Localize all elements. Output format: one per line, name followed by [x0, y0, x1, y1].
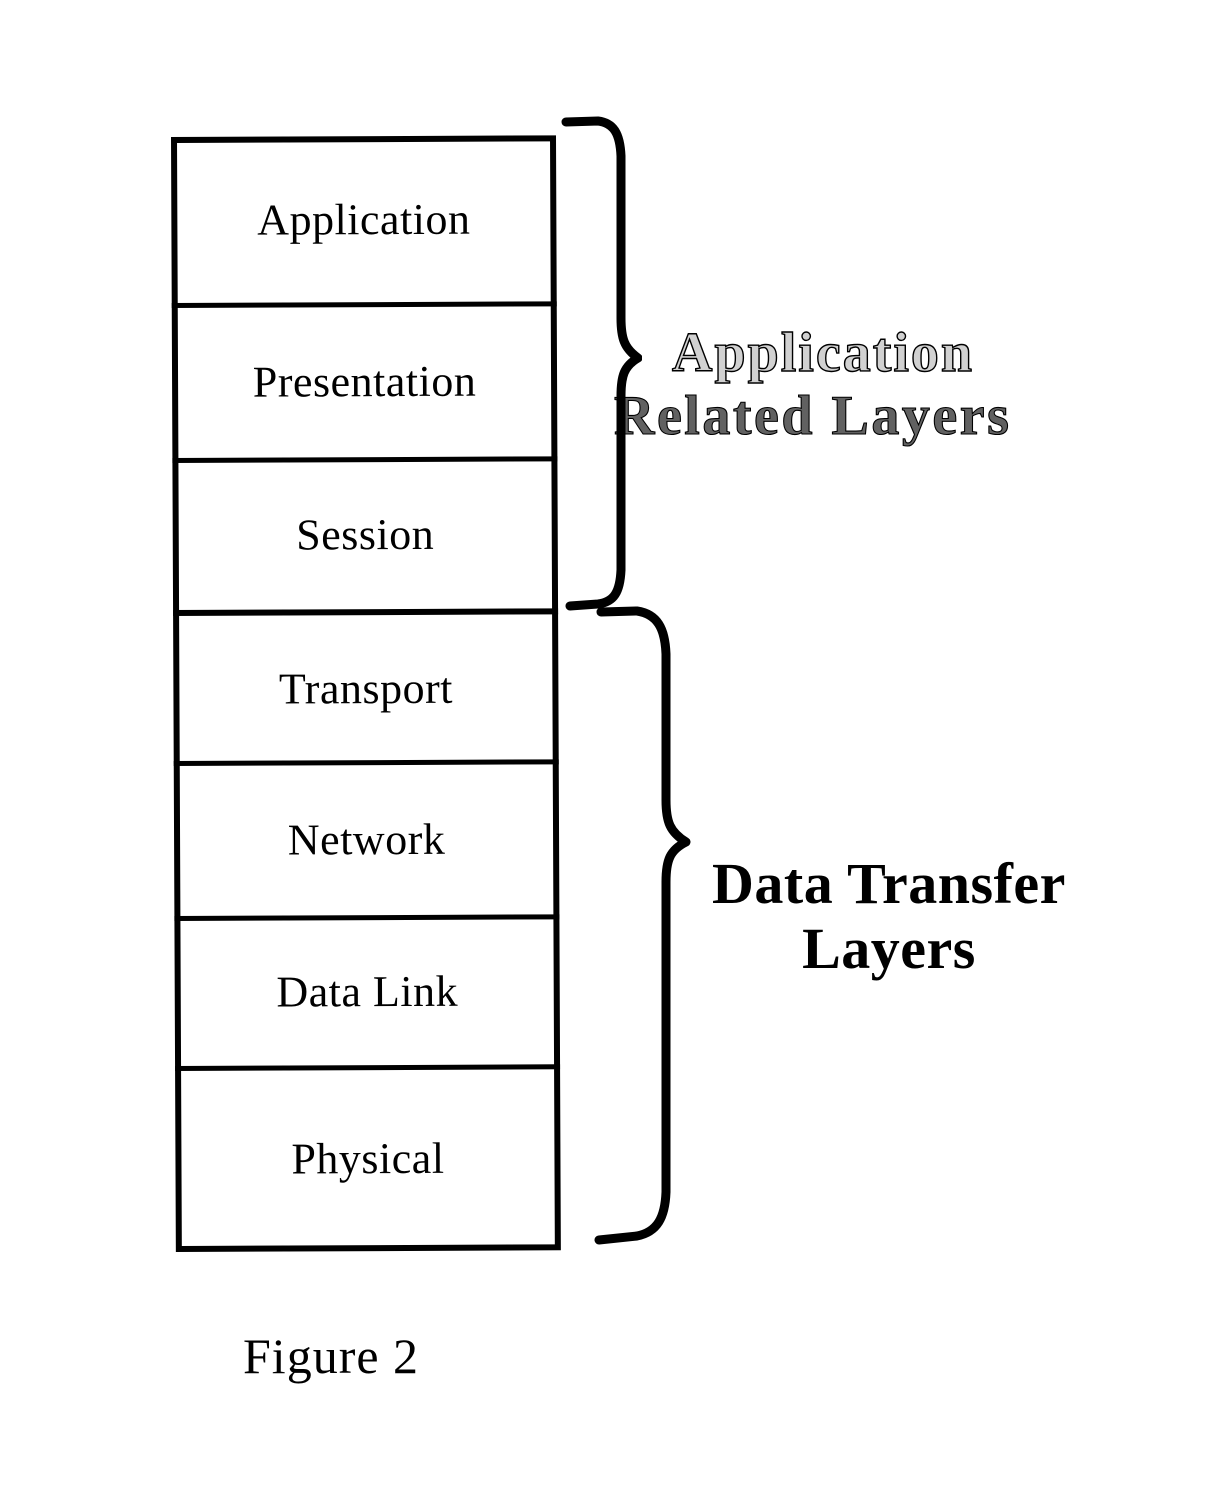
- layer-label-session: Session: [296, 509, 435, 560]
- layer-label-data-link: Data Link: [276, 966, 459, 1017]
- layer-label-network: Network: [287, 814, 446, 864]
- layer-box-data-link: Data Link: [174, 916, 560, 1068]
- group-label-application-related-layers: Application Related Layers: [613, 321, 1011, 447]
- osi-layer-stack: Application Presentation Session Transpo…: [171, 135, 561, 1252]
- figure-caption: Figure 2: [243, 1328, 420, 1384]
- layer-box-physical: Physical: [175, 1066, 561, 1252]
- brace-data-transfer: [585, 600, 695, 1265]
- brace-application-related: [552, 112, 642, 622]
- group-label-data-transfer-layers: Data Transfer Layers: [712, 851, 1066, 982]
- layer-label-transport: Transport: [278, 663, 454, 714]
- group-label-application-line1: Application: [671, 321, 975, 384]
- group-label-data-transfer-line1: Data Transfer: [712, 851, 1066, 916]
- layer-box-transport: Transport: [173, 614, 559, 763]
- group-label-application-line2: Related Layers: [613, 384, 1012, 447]
- layer-box-presentation: Presentation: [172, 303, 558, 460]
- layer-box-application: Application: [171, 135, 557, 305]
- layer-box-network: Network: [174, 761, 560, 918]
- layer-label-presentation: Presentation: [252, 356, 477, 407]
- figure-container: Application Presentation Session Transpo…: [0, 0, 1220, 1487]
- layer-label-physical: Physical: [291, 1133, 445, 1184]
- layer-label-application: Application: [257, 194, 471, 245]
- layer-box-session: Session: [172, 458, 558, 612]
- group-label-data-transfer-line2: Layers: [802, 915, 976, 981]
